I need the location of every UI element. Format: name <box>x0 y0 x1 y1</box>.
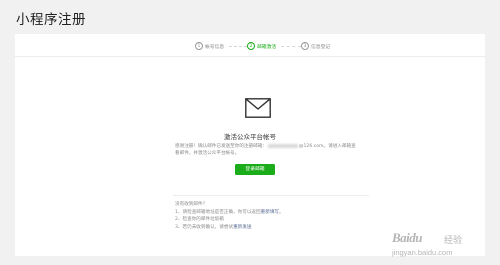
step-label: 信息登记 <box>311 44 331 50</box>
registration-card: 1 帐号信息 2 邮箱激活 3 信息登记 激活公众平台帐号 感谢注册！确认邮件已… <box>15 34 485 256</box>
activation-description: 感谢注册！确认邮件已发送至你的注册邮箱： @126.com。请进入邮箱查 看邮件，… <box>175 143 375 157</box>
redacted-email <box>267 143 298 148</box>
step-account-info: 1 帐号信息 <box>195 41 224 51</box>
step-connector <box>229 46 247 47</box>
help-item-1: 1、请检查邮箱地址是否正确，你可以返回重新填写。 <box>175 209 395 217</box>
help-item-3: 3、若仍未收到确认，请尝试重新发送 <box>175 224 395 232</box>
help-item-1-text: 1、请检查邮箱地址是否正确，你可以返回 <box>175 209 261 215</box>
step-connector <box>281 46 301 47</box>
step-label: 邮箱激活 <box>257 44 277 50</box>
desc-line2: 看邮件，并激活公众平台帐号。 <box>175 151 240 156</box>
help-item-1-end: 。 <box>279 209 284 215</box>
step-email-activation: 2 邮箱激活 <box>247 41 276 51</box>
help-item-3-text: 3、若仍未收到确认，请尝试 <box>175 224 234 230</box>
step-label: 帐号信息 <box>205 44 225 50</box>
page-title: 小程序注册 <box>16 12 86 28</box>
desc-line1-b: @126.com。请进入邮箱查 <box>298 144 356 149</box>
step-number: 3 <box>301 42 309 50</box>
watermark-url: jingyan.baidu.com <box>392 248 453 257</box>
help-item-2: 2、检查你的邮件垃圾箱 <box>175 217 224 223</box>
step-info-registration: 3 信息登记 <box>301 41 330 51</box>
baidu-logo: Baidu <box>392 230 423 245</box>
activation-title: 激活公众平台帐号 <box>224 133 276 141</box>
refill-link[interactable]: 重新填写 <box>261 210 279 215</box>
login-email-button[interactable]: 登录邮箱 <box>235 164 275 175</box>
envelope-icon <box>245 98 271 118</box>
help-section: 没有收到邮件？ 1、请检查邮箱地址是否正确，你可以返回重新填写。 2、检查你的邮… <box>175 201 395 231</box>
step-number: 2 <box>247 42 255 50</box>
divider <box>173 195 369 196</box>
desc-line1-a: 感谢注册！确认邮件已发送至你的注册邮箱： <box>175 144 267 149</box>
help-heading: 没有收到邮件？ <box>175 202 208 207</box>
resend-link[interactable]: 重新发送 <box>233 225 251 230</box>
step-number: 1 <box>195 42 203 50</box>
step-indicator: 1 帐号信息 2 邮箱激活 3 信息登记 <box>15 34 485 57</box>
baidu-jingyan-watermark: Baidu 经验 jingyan.baidu.com <box>388 230 496 262</box>
jingyan-label: 经验 <box>444 235 463 245</box>
